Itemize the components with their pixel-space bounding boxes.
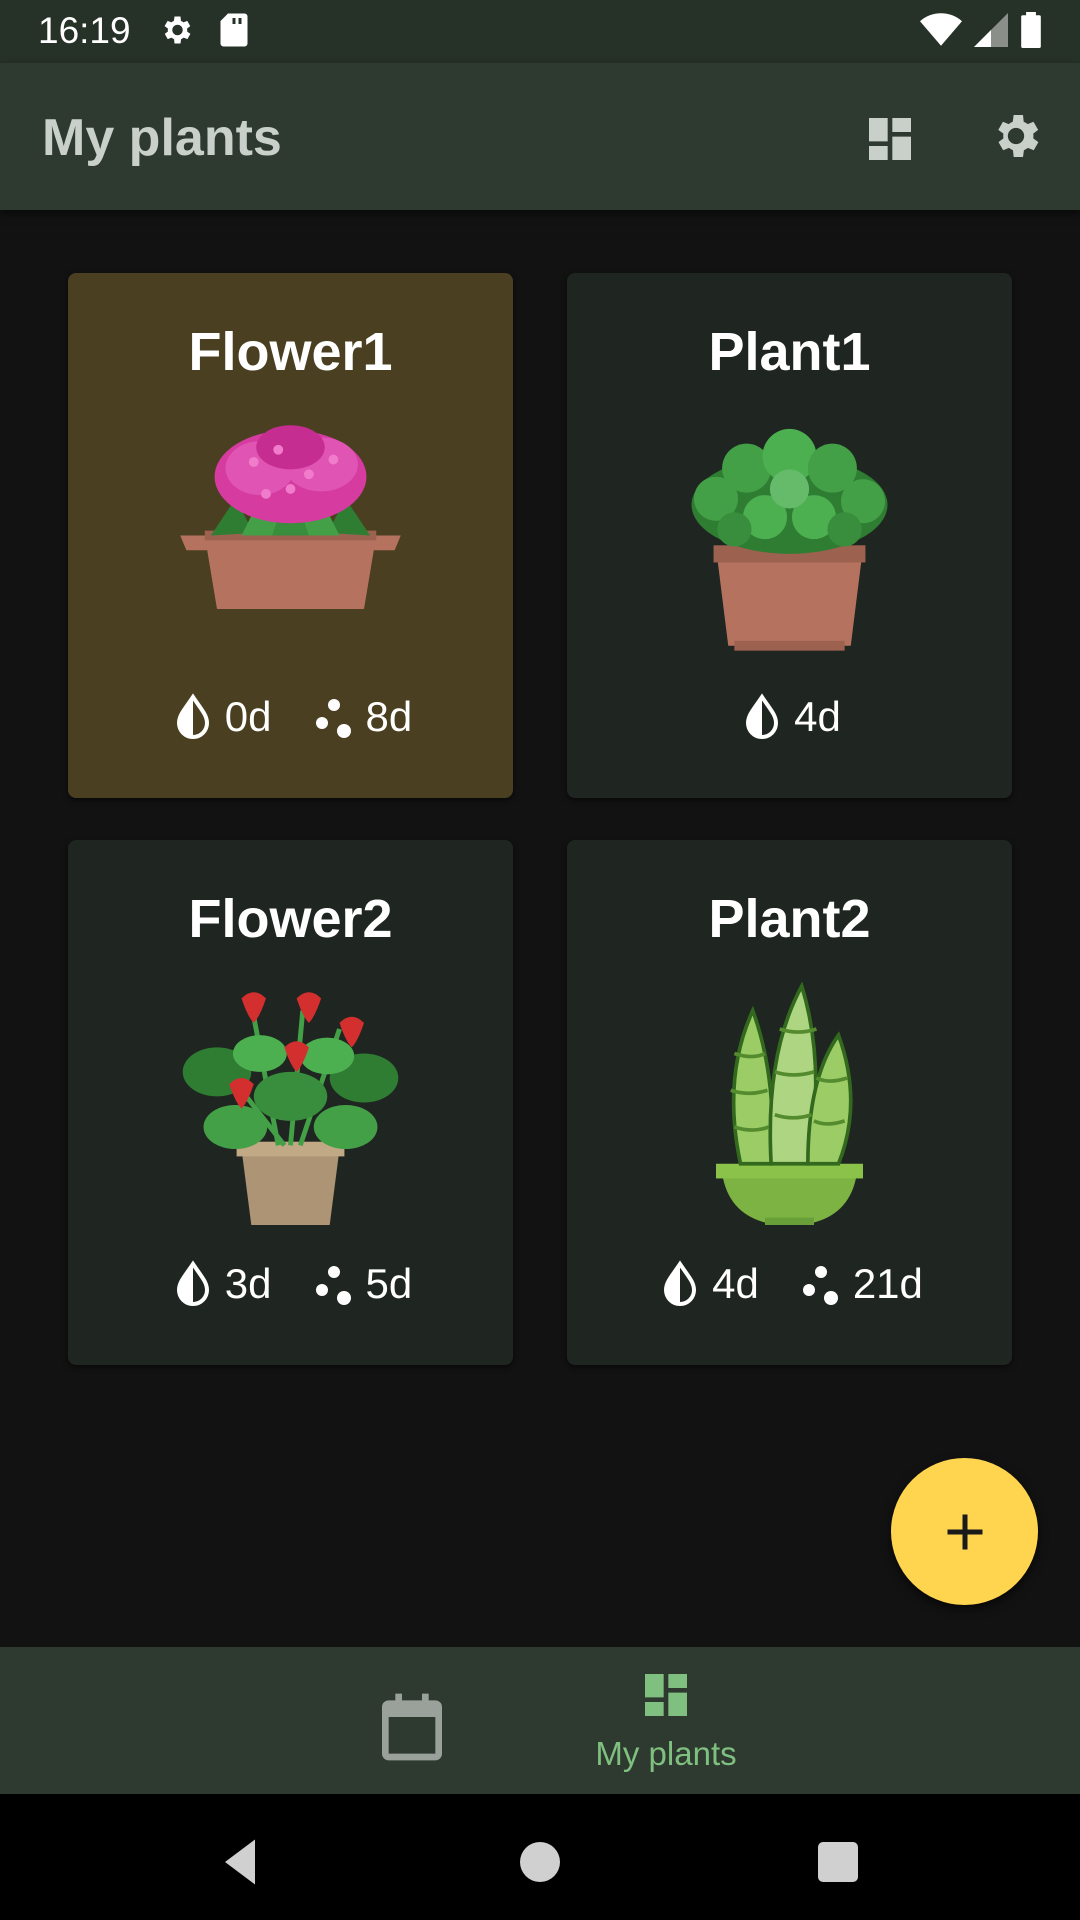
plant-grid: Flower1 0d 8d Plant1 4d Flower2 3d 5d Pl… [68,273,1012,1365]
water-drop-icon [664,1260,697,1306]
water-stat: 4d [656,1260,759,1308]
app-bar: My plants [0,63,1080,210]
bottom-navigation: My plants [0,1647,1080,1794]
water-drop-icon [176,693,209,739]
nav-item-label: My plants [595,1735,737,1772]
dashboard-layout-icon [869,118,911,160]
plant-card[interactable]: Plant2 4d 21d [567,840,1012,1365]
recents-button[interactable] [808,1832,868,1892]
water-days: 4d [794,693,841,740]
plus-icon [947,1514,983,1550]
red-anthurium-illustration [182,992,399,1225]
dashboard-icon [645,1674,687,1716]
add-plant-button[interactable] [891,1458,1038,1605]
water-days: 4d [712,1260,759,1307]
dashboard-layout-button[interactable] [862,111,918,167]
sd-card-icon [220,13,248,47]
green-bush-illustration [691,428,888,651]
nav-item-calendar[interactable] [372,1687,452,1767]
water-drop-icon [746,693,779,739]
plant-name: Flower1 [188,322,393,382]
settings-button[interactable] [988,108,1044,164]
settings-icon [998,115,1039,157]
plant-card[interactable]: Flower1 0d 8d [68,273,513,798]
water-stat: 0d [169,693,272,741]
plant-name: Plant2 [708,889,871,949]
battery-icon [1021,12,1041,48]
nav-item-my-plants[interactable]: My plants [566,1667,766,1782]
water-drop-icon [176,1260,209,1306]
fertilize-stat: 5d [310,1260,413,1308]
home-button[interactable] [510,1832,570,1892]
page-title: My plants [42,109,282,167]
snake-plant-illustration [716,981,863,1225]
calendar-icon [382,1693,442,1761]
water-days: 0d [224,693,272,740]
wifi-icon [920,13,962,46]
water-stat: 3d [169,1260,272,1308]
fertilize-days: 8d [365,693,413,740]
fertilize-days: 21d [852,1260,923,1307]
status-time: 16:19 [38,10,131,51]
fertilize-stat: 8d [310,693,413,741]
settings-icon [164,16,191,44]
fertilizer-icon [315,699,351,738]
plant-card[interactable]: Plant1 4d [567,273,1012,798]
plant-name: Flower2 [188,889,393,949]
pink-hydrangea-illustration [180,425,401,609]
signal-icon [974,13,1008,47]
water-stat: 4d [738,693,841,741]
recents-icon [818,1842,858,1882]
back-button[interactable] [210,1832,270,1892]
home-icon [520,1842,560,1882]
status-bar: 16:19 [0,0,1080,63]
fertilize-days: 5d [365,1260,413,1307]
back-icon [225,1839,255,1885]
fertilizer-icon [802,1266,838,1305]
fertilizer-icon [315,1266,351,1305]
fertilize-stat: 21d [797,1260,923,1308]
plant-card[interactable]: Flower2 3d 5d [68,840,513,1365]
system-navigation-bar [0,1794,1080,1920]
water-days: 3d [224,1260,272,1307]
plant-name: Plant1 [708,322,871,382]
